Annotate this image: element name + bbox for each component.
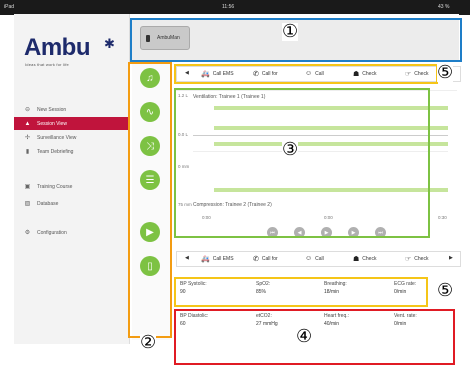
sidebar-item-label: Session View bbox=[37, 120, 67, 127]
check-button[interactable]: ☞ Check bbox=[405, 255, 428, 263]
call-button[interactable]: ☺ Call bbox=[305, 255, 324, 262]
sidebar-item-database[interactable]: ▨ Database bbox=[14, 197, 130, 210]
person-icon: ☺ bbox=[305, 255, 313, 262]
clock: 11:56 bbox=[222, 4, 235, 10]
call-ems-button[interactable]: 🚑 Call EMS bbox=[201, 255, 234, 263]
next-button[interactable]: ▶ bbox=[449, 255, 453, 261]
sidebar-item-label: Surveillance View bbox=[37, 134, 77, 141]
status-bar: iPad 11:56 43 % bbox=[0, 0, 470, 15]
hand-icon: ☞ bbox=[405, 256, 412, 263]
annotation-frame-5-bottom bbox=[174, 277, 428, 307]
sidebar-item-label: Database bbox=[37, 200, 59, 207]
sidebar-item-new-session[interactable]: ⊖ New Session bbox=[14, 103, 130, 116]
annotation-frame-3 bbox=[174, 88, 430, 238]
call-label: Call bbox=[315, 255, 324, 262]
action-toolbar-bottom: ◀ 🚑 Call EMS ✆ Call for ☺ Call ☗ Check ☞ Chec… bbox=[176, 251, 461, 267]
carrier: iPad bbox=[4, 4, 15, 10]
call-for-label: Call for bbox=[261, 256, 278, 262]
annotation-frame-4 bbox=[174, 309, 455, 365]
sidebar-item-label: Training Course bbox=[37, 183, 73, 190]
check-airway-button[interactable]: ☗ Check bbox=[353, 255, 376, 263]
check-label: Check bbox=[362, 256, 377, 262]
session-view-icon: ▲ bbox=[24, 120, 31, 127]
call-ems-label: Call EMS bbox=[212, 256, 234, 262]
annotation-number-3: ③ bbox=[282, 139, 299, 160]
new-session-icon: ⊖ bbox=[24, 107, 31, 113]
sidebar-item-configuration[interactable]: ⚙ Configuration bbox=[14, 226, 130, 239]
logo-star-icon: ✱ bbox=[104, 36, 115, 51]
sidebar-item-surveillance-view[interactable]: ✢ Surveillance View bbox=[14, 131, 130, 144]
battery: 43 % bbox=[438, 4, 450, 10]
debriefing-icon: ▮ bbox=[25, 149, 30, 155]
tagline: Ideas that work for life bbox=[25, 62, 69, 67]
annotation-frame-2 bbox=[128, 62, 172, 338]
ambu-logo: Ambu bbox=[24, 34, 91, 61]
prev-button[interactable]: ◀ bbox=[185, 255, 189, 261]
annotation-frame-5-top bbox=[174, 64, 438, 84]
training-course-icon: ▣ bbox=[24, 184, 31, 190]
call-for-button[interactable]: ✆ Call for bbox=[253, 255, 278, 263]
annotation-number-4: ④ bbox=[296, 326, 313, 347]
check-label: Check bbox=[414, 256, 429, 262]
sidebar-item-training-course[interactable]: ▣ Training Course bbox=[14, 180, 130, 193]
annotation-number-1: ① bbox=[282, 21, 299, 42]
database-icon: ▨ bbox=[24, 201, 31, 207]
x-label-end: 0:30 bbox=[438, 215, 447, 220]
sidebar-item-session-view[interactable]: ▲ Session View bbox=[14, 117, 130, 130]
phone-icon: ✆ bbox=[253, 256, 259, 263]
lungs-icon: ☗ bbox=[353, 256, 360, 263]
sidebar-item-label: New Session bbox=[37, 106, 67, 113]
annotation-number-5-bottom: ⑤ bbox=[437, 280, 454, 301]
sidebar: Ambu ✱ Ideas that work for life ⊖ New Se… bbox=[14, 14, 130, 344]
configuration-icon: ⚙ bbox=[24, 230, 31, 236]
annotation-number-5-top: ⑤ bbox=[437, 62, 454, 83]
sidebar-item-team-debriefing[interactable]: ▮ Team Debriefing bbox=[14, 145, 130, 158]
sidebar-item-label: Configuration bbox=[37, 229, 67, 236]
ambulance-icon: 🚑 bbox=[201, 256, 210, 263]
annotation-number-2: ② bbox=[140, 332, 157, 353]
sidebar-item-label: Team Debriefing bbox=[37, 148, 74, 155]
surveillance-icon: ✢ bbox=[24, 135, 31, 141]
